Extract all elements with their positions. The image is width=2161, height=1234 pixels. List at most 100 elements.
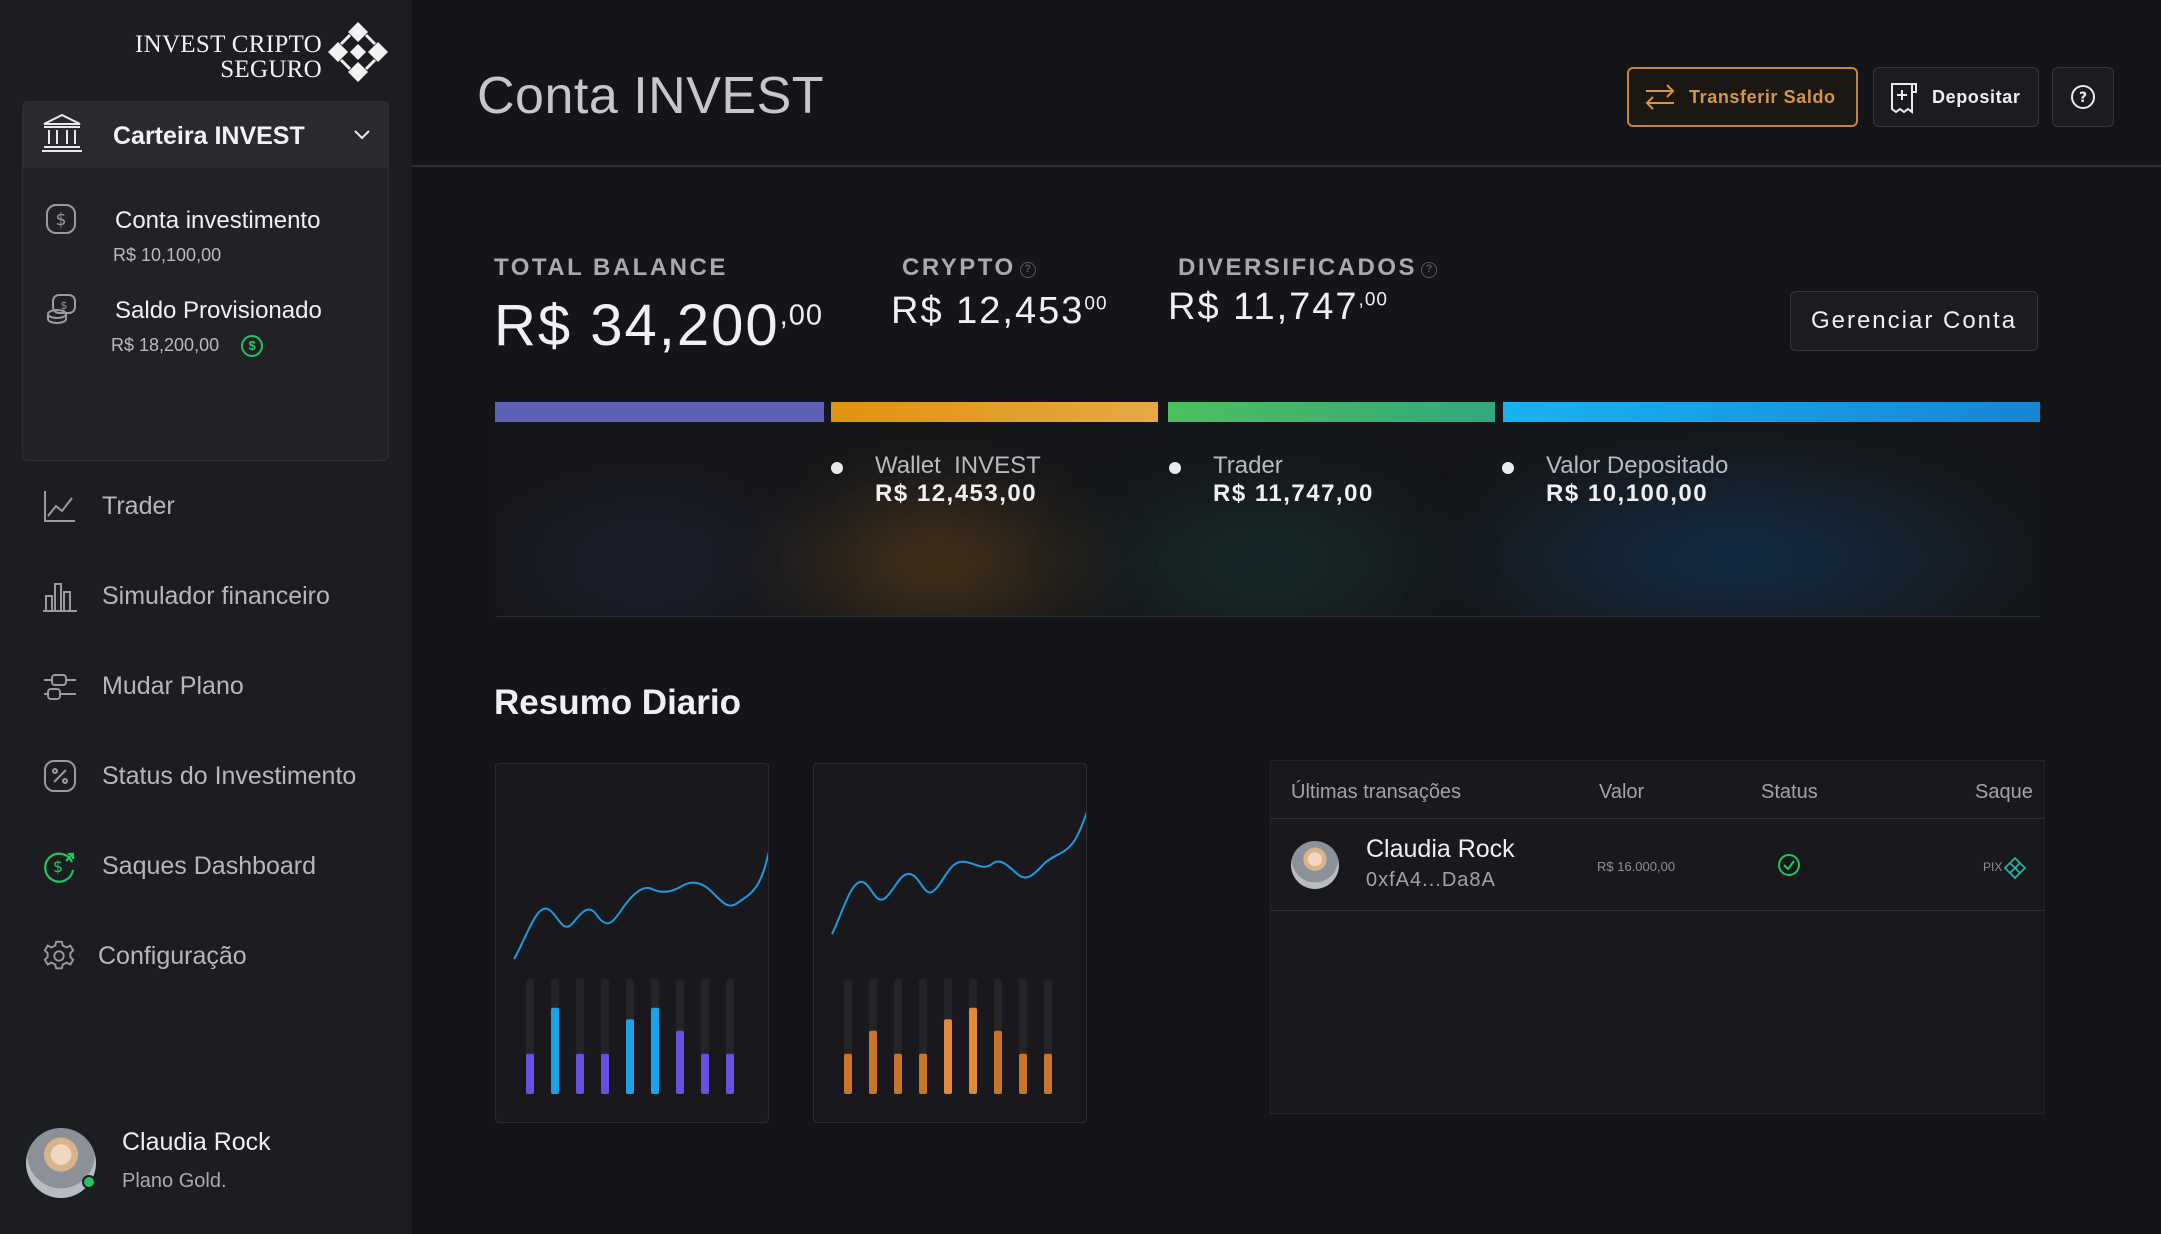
bar-chart-icon [43, 583, 77, 612]
tx-name: Claudia Rock [1366, 835, 1515, 863]
svg-text:?: ? [2079, 90, 2087, 106]
question-icon[interactable]: ? [1421, 262, 1438, 278]
bar [869, 1030, 877, 1094]
total-balance-main: R$ 34,200 [494, 293, 780, 358]
dollar-refresh-icon: $ [44, 852, 75, 883]
pix-icon [2004, 856, 2027, 880]
question-circle-icon: ? [2071, 85, 2095, 109]
legend-value: R$ 10,100,00 [1546, 480, 1709, 507]
tx-address: 0xfA4...Da8A [1366, 869, 1496, 891]
transfer-balance-button[interactable]: Transferir Saldo [1627, 67, 1858, 127]
legend-dot [1502, 462, 1514, 474]
account-value: R$ 10,100,00 [113, 245, 222, 265]
bank-icon [42, 113, 82, 152]
diversificados-cents: ,00 [1358, 289, 1388, 311]
daily-chart-2 [831, 811, 1086, 1094]
brand-logo[interactable]: INVEST CRIPTO SEGURO [122, 18, 392, 86]
svg-text:$: $ [53, 857, 63, 876]
header-withdraw: Saque [1975, 781, 2033, 803]
nav-item-saques[interactable]: $ Saques Dashboard [42, 841, 382, 891]
nav-label: Status do Investimento [102, 761, 357, 790]
trend-line [831, 811, 1086, 935]
bar [994, 1030, 1002, 1094]
bar [919, 1053, 927, 1094]
crypto-cents: 00 [1084, 293, 1108, 315]
svg-text:$: $ [56, 210, 67, 230]
bar [626, 1019, 634, 1094]
legend-name: Trader [1213, 452, 1283, 479]
header-transactions: Últimas transações [1291, 781, 1462, 803]
tx-value: R$ 16.000,00 [1597, 859, 1676, 874]
distribution-segment-3 [1168, 402, 1495, 422]
gear-icon [43, 940, 75, 970]
crypto-value: R$ 12,45300 [891, 290, 1108, 333]
deposit-label: Depositar [1932, 86, 2021, 107]
header-status: Status [1761, 781, 1818, 803]
wallet-card: Carteira INVEST $ Conta investimento R$ … [22, 101, 389, 461]
percent-icon [44, 760, 76, 792]
deposit-button[interactable]: Depositar [1873, 67, 2039, 127]
diversificados-main: R$ 11,747 [1168, 286, 1359, 328]
distribution-segment-1 [495, 402, 824, 422]
diversificados-label: DIVERSIFICADOS? [1178, 254, 1438, 282]
check-circle-icon [1778, 854, 1800, 876]
wallet-title: Carteira INVEST [113, 122, 305, 150]
bar [651, 1007, 659, 1094]
table-row[interactable]: Claudia Rock 0xfA4...Da8A R$ 16.000,00 P… [1271, 819, 2044, 911]
nav-label: Trader [102, 491, 175, 520]
online-status-dot [82, 1175, 96, 1189]
bar [1044, 1053, 1052, 1094]
bar [551, 1007, 559, 1094]
account-saldo-provisionado[interactable]: $ Saldo Provisionado R$ 18,200,00 $ [45, 293, 375, 363]
nav-label: Mudar Plano [102, 671, 244, 700]
bar [676, 1030, 684, 1094]
diversificados-value: R$ 11,747,00 [1168, 286, 1388, 329]
transfer-label: Transferir Saldo [1689, 86, 1836, 107]
sidebar: INVEST CRIPTO SEGURO Carteira INVEST $ C… [0, 0, 412, 1234]
tx-method[interactable]: PIX [1983, 856, 2027, 880]
nav-item-trader[interactable]: Trader [42, 481, 382, 531]
nav-label: Simulador financeiro [102, 581, 330, 610]
daily-chart-card-2[interactable] [813, 763, 1087, 1123]
total-balance-value: R$ 34,200,00 [494, 292, 823, 359]
tx-method-label: PIX [1983, 860, 2003, 875]
header-value: Valor [1599, 781, 1645, 803]
nav-item-simulador[interactable]: Simulador financeiro [42, 571, 382, 621]
nav-item-status[interactable]: Status do Investimento [42, 751, 382, 801]
total-balance-label-text: TOTAL BALANCE [494, 254, 728, 281]
legend-value: R$ 12,453,00 [875, 480, 1038, 507]
help-button[interactable]: ? [2052, 67, 2114, 127]
bar [576, 1053, 584, 1094]
question-icon[interactable]: ? [1019, 262, 1036, 278]
brand-line-1: INVEST CRIPTO [134, 31, 322, 58]
nav-item-mudar-plano[interactable]: Mudar Plano [42, 661, 382, 711]
bar [726, 1053, 734, 1094]
line-chart-icon [44, 491, 75, 522]
bar [701, 1053, 709, 1094]
brand-line-2: SEGURO [220, 56, 322, 83]
distribution-segment-4 [1503, 402, 2040, 422]
daily-chart-1 [513, 851, 768, 1094]
wallet-selector[interactable]: Carteira INVEST [23, 102, 388, 168]
avatar [1291, 841, 1339, 889]
sliders-icon [44, 674, 76, 700]
manage-account-button[interactable]: Gerenciar Conta [1790, 291, 2038, 351]
total-balance-cents: ,00 [779, 299, 823, 332]
coins-icon: $ [47, 294, 76, 325]
user-name: Claudia Rock [122, 1128, 271, 1156]
distribution-divider [495, 616, 2040, 617]
chevron-down-icon[interactable] [350, 122, 374, 146]
bar [601, 1053, 609, 1094]
diamond-logo-icon [328, 22, 388, 82]
dollar-circle-icon: $ [46, 204, 76, 234]
account-conta-investimento[interactable]: $ Conta investimento R$ 10,100,00 [45, 203, 375, 273]
legend-name: Wallet INVEST [875, 452, 1041, 479]
resumo-title: Resumo Diario [494, 683, 741, 722]
transactions-table: Últimas transações Valor Status Saque Cl… [1270, 760, 2045, 1114]
nav-label: Configuração [98, 941, 247, 970]
daily-chart-card-1[interactable] [495, 763, 769, 1123]
nav-item-configuracao[interactable]: Configuração [42, 931, 382, 981]
nav-label: Saques Dashboard [102, 851, 317, 880]
page-title: Conta INVEST [477, 67, 825, 125]
user-profile[interactable]: Claudia Rock Plano Gold. [26, 1128, 396, 1208]
